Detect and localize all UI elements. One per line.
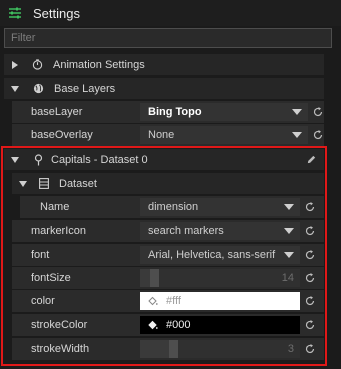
slider-fill (140, 340, 169, 358)
property-label: baseOverlay (31, 129, 93, 141)
folder-base-layers[interactable]: Base Layers (4, 78, 324, 100)
panel-title: Settings (33, 5, 80, 21)
folder-label: Capitals - Dataset 0 (51, 153, 148, 166)
chevron-down-icon (11, 156, 19, 163)
font-size-slider[interactable]: 14 (140, 269, 300, 287)
chevron-down-icon (284, 252, 294, 258)
chevron-right-icon (12, 60, 18, 69)
marker-icon-select[interactable]: search markers (140, 222, 300, 240)
property-label: markerIcon (31, 225, 87, 237)
filter-input[interactable]: Filter (4, 28, 332, 48)
slider-fill (140, 269, 150, 287)
stroke-color-value: #000 (166, 319, 191, 331)
reset-icon[interactable] (304, 343, 316, 355)
chevron-down-icon (19, 180, 27, 187)
property-row-stroke-width: strokeWidth 3 (12, 338, 324, 360)
reset-icon[interactable] (312, 106, 324, 118)
select-value: dimension (148, 201, 199, 213)
property-label: font (31, 249, 50, 261)
slider-thumb[interactable] (169, 340, 178, 358)
property-label: fontSize (31, 272, 71, 284)
property-label: color (31, 295, 55, 307)
property-label: Name (40, 201, 70, 213)
chevron-down-icon (284, 228, 294, 234)
property-row-base-overlay: baseOverlay None (12, 124, 324, 146)
property-label: strokeColor (31, 319, 88, 331)
slider-value: 3 (287, 343, 294, 355)
property-row-font: font Arial, Helvetica, sans-serif (12, 244, 324, 266)
stroke-width-slider[interactable]: 3 (140, 340, 300, 358)
filter-placeholder: Filter (11, 32, 36, 44)
folder-label: Base Layers (54, 82, 116, 95)
select-value: search markers (148, 225, 224, 237)
property-row-base-layer: baseLayer Bing Topo (12, 101, 324, 123)
name-select[interactable]: dimension (140, 198, 300, 216)
property-row-marker-icon: markerIcon search markers (12, 220, 324, 242)
folder-capitals-dataset[interactable]: Capitals - Dataset 0 (4, 149, 324, 171)
settings-header: Settings (0, 0, 341, 26)
slider-value: 14 (281, 272, 294, 284)
folder-dataset[interactable]: Dataset (12, 173, 324, 195)
globe-icon (33, 83, 44, 94)
reset-icon[interactable] (304, 225, 316, 237)
chevron-down-icon (284, 204, 294, 210)
chevron-down-icon (292, 109, 302, 115)
slider-thumb[interactable] (150, 269, 159, 287)
select-value: Arial, Helvetica, sans-serif (148, 249, 276, 261)
timer-icon (32, 59, 43, 70)
reset-icon[interactable] (304, 319, 316, 331)
pencil-icon[interactable] (306, 154, 317, 165)
property-row-stroke-color: strokeColor #000 (12, 314, 324, 336)
reset-icon[interactable] (304, 201, 316, 213)
reset-icon[interactable] (304, 295, 316, 307)
select-value: None (148, 129, 175, 141)
base-overlay-select[interactable]: None (140, 126, 308, 144)
chevron-down-icon (11, 85, 19, 92)
property-label: strokeWidth (31, 343, 90, 355)
chevron-down-icon (292, 132, 302, 138)
pin-icon (34, 153, 43, 165)
folder-label: Animation Settings (53, 58, 145, 71)
folder-animation-settings[interactable]: Animation Settings (4, 54, 324, 76)
property-label: baseLayer (31, 106, 83, 118)
table-icon (39, 178, 49, 189)
reset-icon[interactable] (304, 249, 316, 261)
paint-bucket-icon (148, 296, 158, 306)
property-row-font-size: fontSize 14 (12, 267, 324, 289)
select-value: Bing Topo (148, 106, 202, 118)
paint-bucket-icon (148, 320, 158, 330)
sliders-icon (9, 7, 21, 19)
reset-icon[interactable] (312, 129, 324, 141)
color-swatch-input[interactable]: #fff (140, 292, 300, 310)
property-row-name: Name dimension (20, 196, 324, 218)
property-row-color: color #fff (12, 290, 324, 312)
stroke-color-swatch-input[interactable]: #000 (140, 316, 300, 334)
folder-label: Dataset (59, 177, 97, 190)
color-value: #fff (166, 295, 181, 307)
reset-icon[interactable] (304, 272, 316, 284)
font-select[interactable]: Arial, Helvetica, sans-serif (140, 246, 300, 264)
base-layer-select[interactable]: Bing Topo (140, 103, 308, 121)
